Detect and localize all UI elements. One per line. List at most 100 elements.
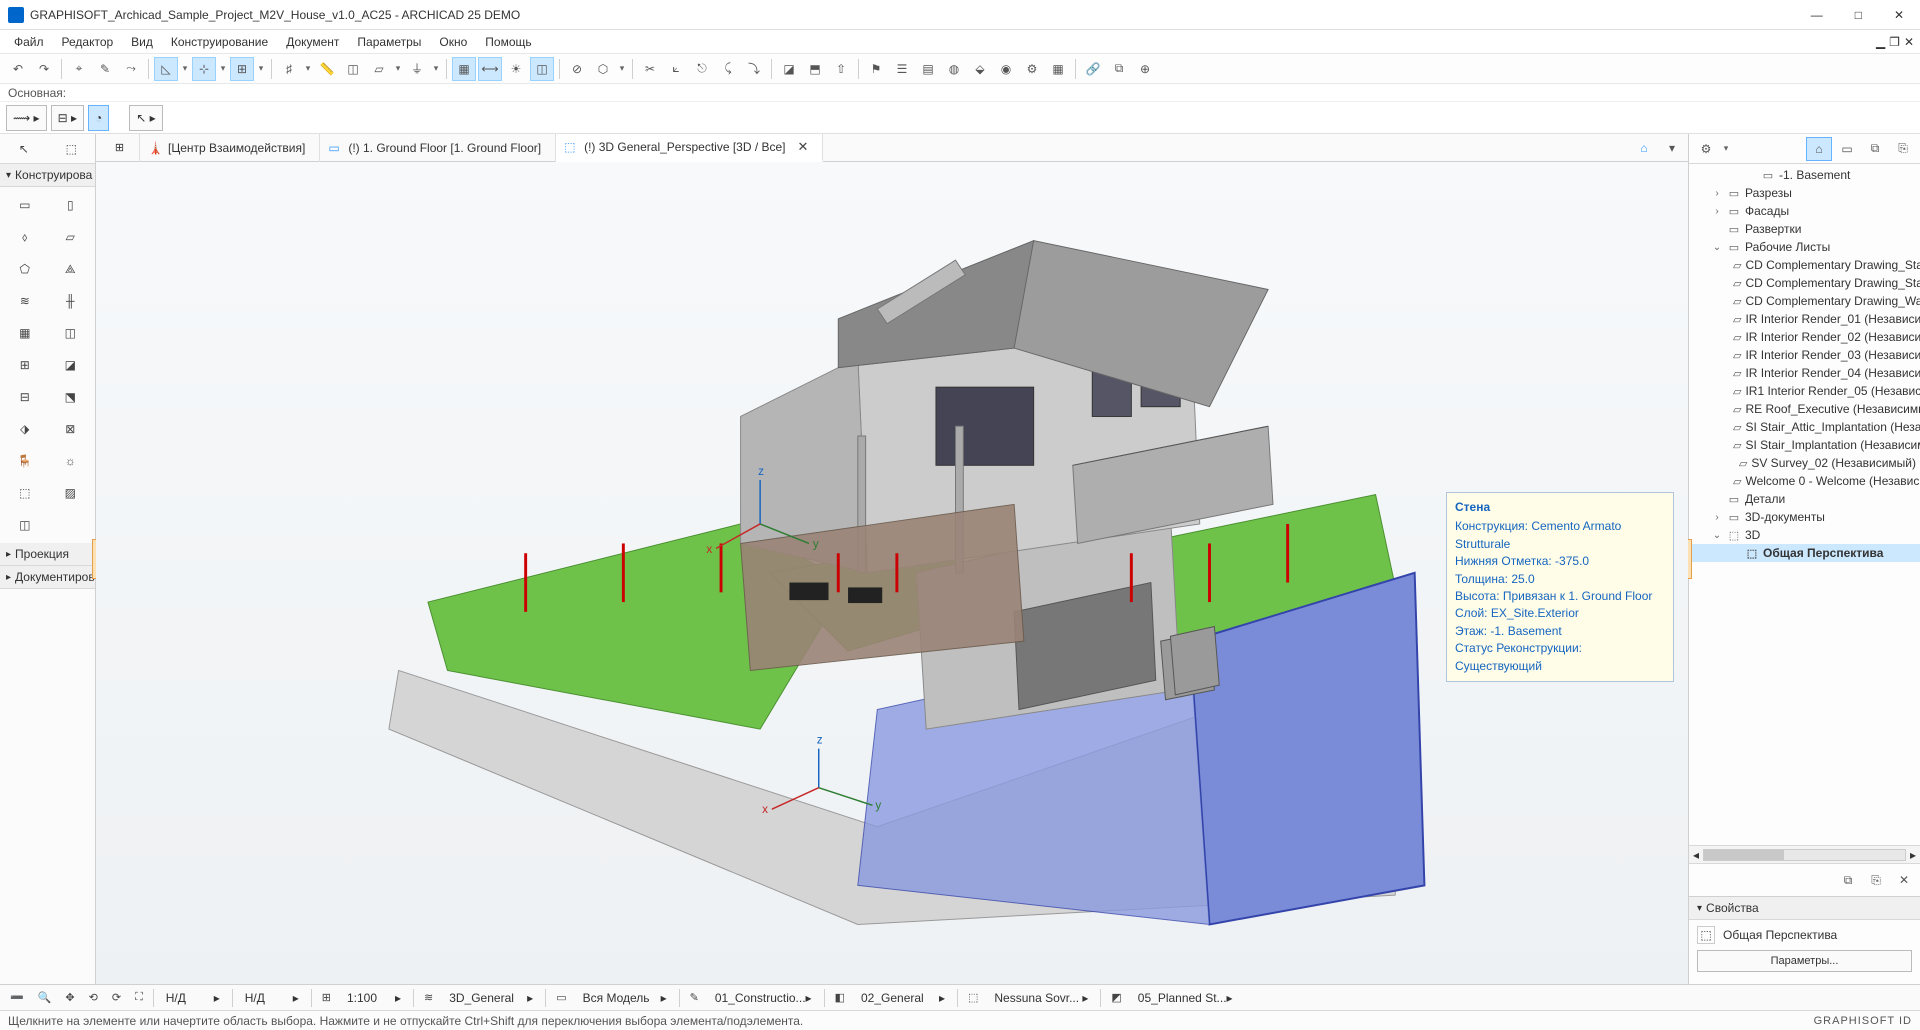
shell-tool[interactable]: ⟁ [49,254,93,284]
menu-window[interactable]: Окно [431,32,475,52]
cut-icon[interactable]: ✂ [638,57,662,81]
morph-icon[interactable]: ◪ [777,57,801,81]
menu-construction[interactable]: Конструирование [163,32,276,52]
eyedropper-icon[interactable]: ✎ [93,57,117,81]
close-button[interactable]: ✕ [1886,4,1912,26]
object-tool[interactable]: 🪑 [3,446,47,476]
surface-icon[interactable]: ◉ [994,57,1018,81]
intersect-icon[interactable]: ⤵ [742,57,766,81]
inject-icon[interactable]: ⤳ [119,57,143,81]
door-tool[interactable]: ◫ [49,318,93,348]
orientation-2[interactable]: Н/Д▸ [237,987,307,1009]
nav-layouts-icon[interactable]: ⧉ [1862,137,1888,161]
nav-new-icon[interactable]: ⧉ [1836,868,1860,892]
section-documentation[interactable]: Документиров [0,566,95,589]
model-combo[interactable]: Вся Модель▸ [575,987,675,1009]
pick-icon[interactable]: ⌖ [67,57,91,81]
view-menu-icon[interactable]: ▾ [1660,136,1684,160]
layers-icon[interactable]: ☰ [890,57,914,81]
roof-tool[interactable]: ⬠ [3,254,47,284]
stair-tool[interactable]: ≋ [3,286,47,316]
split-icon[interactable]: ⎋ [690,57,714,81]
tree-item[interactable]: ▱IR Interior Render_03 (Независим [1689,346,1920,364]
mdi-close[interactable]: ✕ [1904,35,1914,49]
go-q-icon[interactable]: ⬚ [962,987,984,1009]
arrow-up-icon[interactable]: ⇧ [829,57,853,81]
grid-icon[interactable]: ♯ [277,57,301,81]
nav-publisher-icon[interactable]: ⎘ [1890,137,1916,161]
mep-icon[interactable]: ⚙ [1020,57,1044,81]
trace-icon[interactable]: ◫ [341,57,365,81]
menu-parameters[interactable]: Параметры [349,32,429,52]
nav-settings-dd[interactable]: ▾ [1721,143,1731,154]
material-icon[interactable]: ◍ [942,57,966,81]
profile-icon[interactable]: ⬙ [968,57,992,81]
tree-item[interactable]: ▱SI Stair_Attic_Implantation (Неза [1689,418,1920,436]
mvs-q-icon[interactable]: ◧ [829,987,851,1009]
tree-item[interactable]: ▭-1. Basement [1689,166,1920,184]
link-icon[interactable]: 🔗 [1081,57,1105,81]
model-q-icon[interactable]: ▭ [550,987,572,1009]
color-icon[interactable]: ▦ [452,57,476,81]
tree-item[interactable]: ▱CD Complementary Drawing_Stair [1689,256,1920,274]
tab-3d-perspective[interactable]: ⬚ (!) 3D General_Perspective [3D / Все] … [556,134,823,162]
zoom-out-icon[interactable]: ➖ [4,987,30,1009]
arrow-select-tool[interactable]: ↖ [0,134,48,164]
scale-icon[interactable]: ⊞ [316,987,337,1009]
zoom-in-icon[interactable]: 🔍 [32,987,58,1009]
nav-project-icon[interactable]: ⌂ [1806,137,1832,161]
section-icon[interactable]: ⬡ [591,57,615,81]
maximize-button[interactable]: □ [1847,4,1870,26]
skylight-tool[interactable]: ◪ [49,350,93,380]
tree-item[interactable]: ▱RE Roof_Executive (Независимый [1689,400,1920,418]
tree-item[interactable]: ▱CD Complementary Drawing_Wall [1689,292,1920,310]
tree-item[interactable]: ›▭3D-документы [1689,508,1920,526]
zoom-next-icon[interactable]: ⟳ [106,987,127,1009]
menu-help[interactable]: Помощь [477,32,539,52]
scroll-right-icon[interactable]: ▸ [1910,848,1916,862]
layers-q-icon[interactable]: ≋ [418,987,439,1009]
menu-editor[interactable]: Редактор [54,32,122,52]
menu-document[interactable]: Документ [278,32,347,52]
nav-settings-icon[interactable]: ⚙ [1693,137,1719,161]
plane-icon[interactable]: ▱ [367,57,391,81]
scale-value[interactable]: 1:100▸ [339,987,409,1009]
hatch-tool[interactable]: ▨ [49,478,93,508]
flag-icon[interactable]: ⚑ [864,57,888,81]
slab-tool[interactable]: ▱ [49,222,93,252]
snap-guide-icon[interactable]: ◺ [154,57,178,81]
window-tool[interactable]: ⊞ [3,350,47,380]
tree-item[interactable]: ▱SV Survey_02 (Независимый) [1689,454,1920,472]
tree-item[interactable]: ›▭Фасады [1689,202,1920,220]
section-construction[interactable]: Конструирова [0,164,95,187]
tab-grid-icon[interactable]: ⊞ [100,134,140,162]
union-icon[interactable]: ⬒ [803,57,827,81]
tree-item[interactable]: ›▭Разрезы [1689,184,1920,202]
ruler-icon[interactable]: 📏 [315,57,339,81]
geom-mode-2[interactable]: ⊟ ▸ [51,105,84,131]
xref-icon[interactable]: ⊕ [1133,57,1157,81]
tab-close-icon[interactable]: ✕ [798,139,809,155]
sun-icon[interactable]: ☀ [504,57,528,81]
tree-item[interactable]: ⬚Общая Перспектива [1689,544,1920,562]
mdi-restore[interactable]: ❐ [1889,35,1900,49]
tab-ground-floor[interactable]: ▭ (!) 1. Ground Floor [1. Ground Floor] [320,134,556,162]
adjust-icon[interactable]: ⤹ [716,57,740,81]
tree-item[interactable]: ⌄⬚3D [1689,526,1920,544]
navigator-tree[interactable]: ▭-1. Basement›▭Разрезы›▭Фасады▭Развертки… [1689,164,1920,845]
tab-interaction-center[interactable]: 🗼 [Центр Взаимодействия] [140,134,320,162]
tree-item[interactable]: ▭Развертки [1689,220,1920,238]
penset-combo[interactable]: 01_Constructio...▸ [707,987,820,1009]
tree-item[interactable]: ▭Детали [1689,490,1920,508]
trim-icon[interactable]: ⟀ [664,57,688,81]
menu-view[interactable]: Вид [123,32,161,52]
scroll-left-icon[interactable]: ◂ [1693,848,1699,862]
zoom-prev-icon[interactable]: ⟲ [83,987,104,1009]
fit-icon[interactable]: ⛶ [129,987,149,1009]
parameters-button[interactable]: Параметры... [1697,950,1912,972]
mvs-combo[interactable]: 02_General▸ [853,987,953,1009]
view-home-icon[interactable]: ⌂ [1632,136,1656,160]
nav-dup-icon[interactable]: ⎘ [1864,868,1888,892]
snap-grid-icon[interactable]: ⊞ [230,57,254,81]
tree-item[interactable]: ▱Welcome 0 - Welcome (Независи [1689,472,1920,490]
